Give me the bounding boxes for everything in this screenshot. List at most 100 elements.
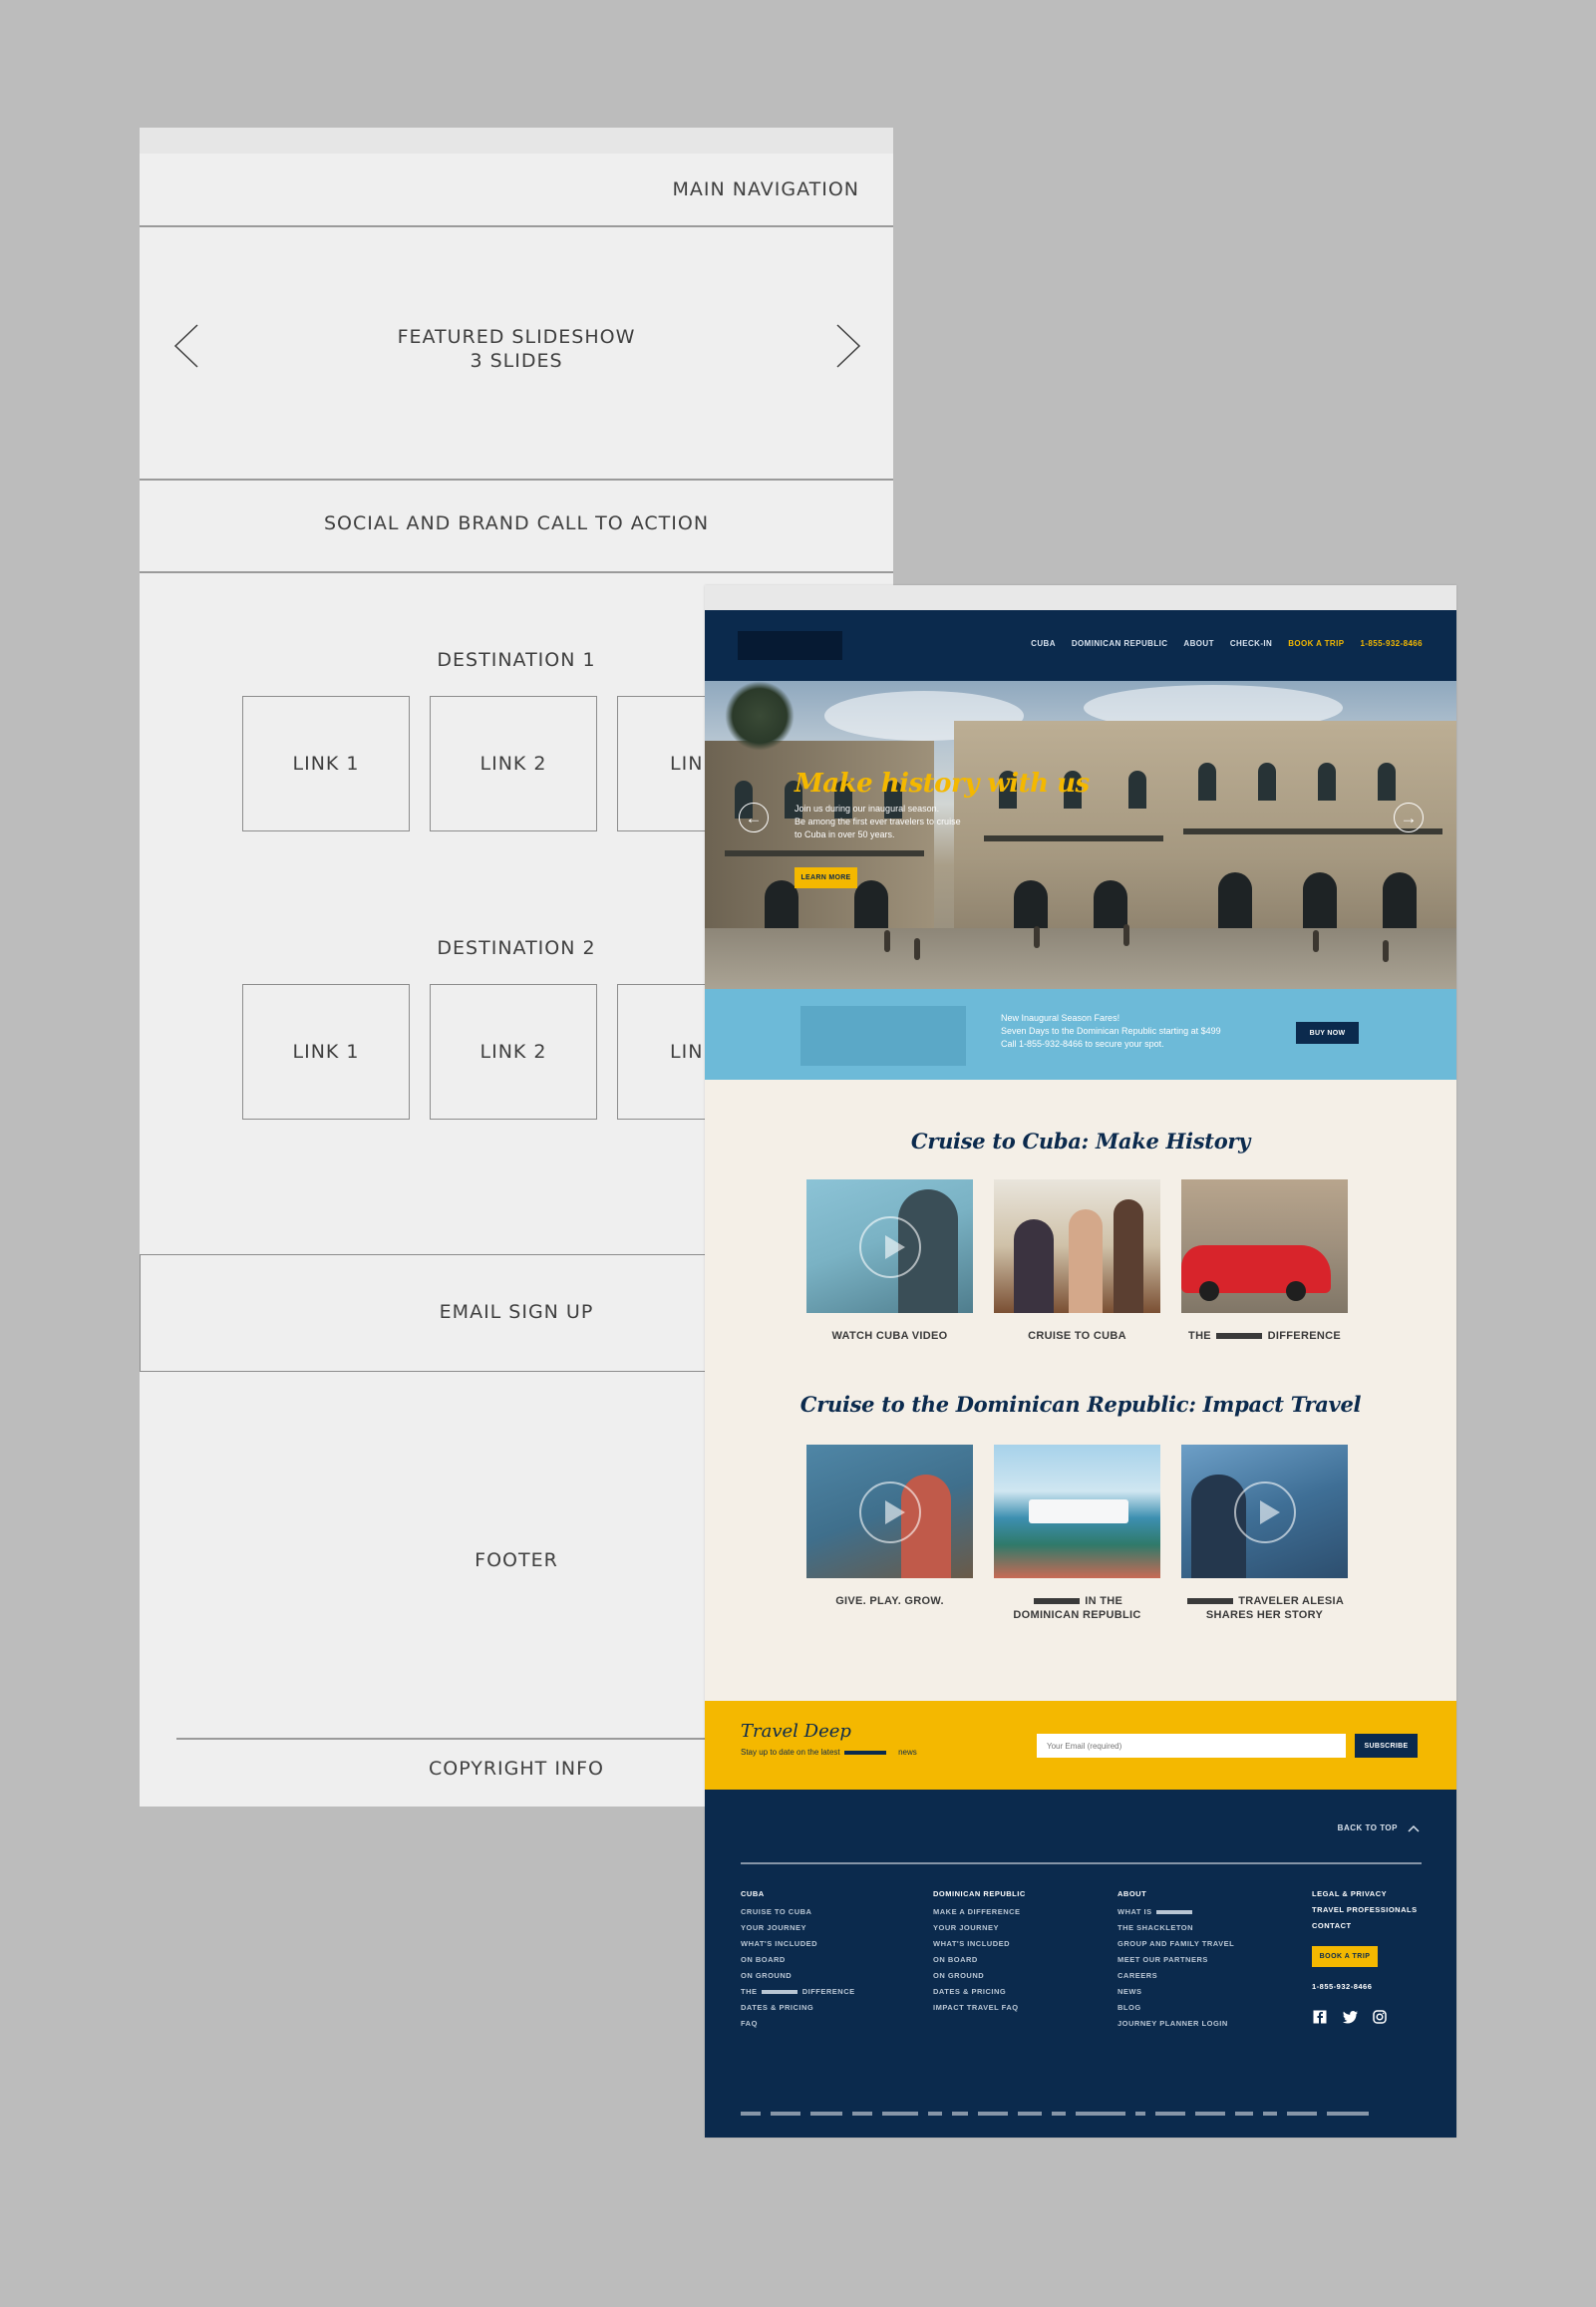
subscribe-button[interactable]: SUBSCRIBE <box>1355 1734 1418 1758</box>
newsletter-subtitle: Stay up to date on the latest news <box>741 1748 917 1757</box>
footer-link[interactable]: YOUR JOURNEY <box>933 1920 1026 1936</box>
footer-link[interactable]: TRAVEL PROFESSIONALS <box>1312 1902 1418 1918</box>
footer-link[interactable]: ON BOARD <box>933 1952 1026 1968</box>
footer-link[interactable]: JOURNEY PLANNER LOGIN <box>1117 2016 1234 2032</box>
site-header: CUBA DOMINICAN REPUBLIC ABOUT CHECK-IN B… <box>705 610 1456 681</box>
instagram-icon[interactable] <box>1372 2009 1388 2025</box>
footer-link[interactable]: WHAT IS <box>1117 1904 1234 1920</box>
card-caption: THE DIFFERENCE <box>1181 1329 1348 1343</box>
play-icon[interactable] <box>1234 1482 1296 1543</box>
back-to-top-link[interactable]: BACK TO TOP <box>1338 1823 1420 1832</box>
divider <box>140 225 893 227</box>
footer-link[interactable]: MEET OUR PARTNERS <box>1117 1952 1234 1968</box>
footer-link[interactable]: THE DIFFERENCE <box>741 1984 855 2000</box>
card-in-the-dominican-republic[interactable]: IN THE DOMINICAN REPUBLIC <box>994 1445 1160 1622</box>
footer-link[interactable]: DATES & PRICING <box>933 1984 1026 2000</box>
card-cruise-to-cuba[interactable]: CRUISE TO CUBA <box>994 1179 1160 1343</box>
hero-subtitle: Join us during our inaugural season. Be … <box>795 803 994 841</box>
site-footer: BACK TO TOP CUBA CRUISE TO CUBA YOUR JOU… <box>705 1790 1456 2138</box>
footer-link[interactable]: CRUISE TO CUBA <box>741 1904 855 1920</box>
card-caption: CRUISE TO CUBA <box>1028 1330 1126 1342</box>
promo-banner: New Inaugural Season Fares! Seven Days t… <box>705 989 1456 1080</box>
footer-col-dominican: DOMINICAN REPUBLIC MAKE A DIFFERENCE YOU… <box>933 1886 1026 2016</box>
nav-cuba[interactable]: CUBA <box>1031 639 1056 648</box>
hero-slideshow: Make history with us Join us during our … <box>705 681 1456 989</box>
email-input[interactable] <box>1037 1734 1346 1758</box>
promo-image <box>800 1006 966 1066</box>
arrow-right-icon[interactable]: → <box>1394 803 1424 832</box>
promo-line: New Inaugural Season Fares! <box>1001 1013 1120 1023</box>
buy-now-button[interactable]: BUY NOW <box>1296 1022 1359 1044</box>
main-nav: CUBA DOMINICAN REPUBLIC ABOUT CHECK-IN B… <box>1031 639 1423 648</box>
arrow-left-icon[interactable]: ← <box>739 803 769 832</box>
facebook-icon[interactable] <box>1312 2009 1328 2025</box>
footer-link[interactable]: WHAT'S INCLUDED <box>933 1936 1026 1952</box>
footer-link[interactable]: THE SHACKLETON <box>1117 1920 1234 1936</box>
nav-about[interactable]: ABOUT <box>1183 639 1213 648</box>
card-the-difference[interactable]: THE DIFFERENCE <box>1181 1179 1348 1343</box>
footer-heading: DOMINICAN REPUBLIC <box>933 1889 1026 1898</box>
footer-col-legal: LEGAL & PRIVACY TRAVEL PROFESSIONALS CON… <box>1312 1886 1418 2025</box>
promo-line: Seven Days to the Dominican Republic sta… <box>1001 1026 1221 1036</box>
section-title-cuba: Cruise to Cuba: Make History <box>910 1129 1251 1154</box>
nav-dominican-republic[interactable]: DOMINICAN REPUBLIC <box>1072 639 1168 648</box>
wireframe-main-navigation[interactable]: MAIN NAVIGATION <box>673 177 859 201</box>
promo-line: Call 1-855-932-8466 to secure your spot. <box>1001 1039 1164 1049</box>
footer-link[interactable]: MAKE A DIFFERENCE <box>933 1904 1026 1920</box>
footer-link[interactable]: NEWS <box>1117 1984 1234 2000</box>
footer-link[interactable]: GROUP AND FAMILY TRAVEL <box>1117 1936 1234 1952</box>
footer-heading: CUBA <box>741 1889 765 1898</box>
nav-phone[interactable]: 1-855-932-8466 <box>1360 639 1423 648</box>
footer-link[interactable]: ON GROUND <box>741 1968 855 1984</box>
hero-subtitle-line: Join us during our inaugural season. <box>795 804 940 814</box>
nav-book-a-trip[interactable]: BOOK A TRIP <box>1288 639 1344 648</box>
footer-link[interactable]: DATES & PRICING <box>741 2000 855 2016</box>
card-thumbnail <box>806 1445 973 1578</box>
card-caption: WATCH CUBA VIDEO <box>831 1330 948 1342</box>
destination-1-link-2[interactable]: LINK 2 <box>430 696 597 831</box>
destination-1-link-1[interactable]: LINK 1 <box>242 696 410 831</box>
card-caption: IN THE DOMINICAN REPUBLIC <box>994 1594 1160 1622</box>
footer-link[interactable]: YOUR JOURNEY <box>741 1920 855 1936</box>
twitter-icon[interactable] <box>1342 2009 1358 2025</box>
footer-link-part: WHAT IS <box>1117 1907 1152 1916</box>
footer-link[interactable]: ON GROUND <box>933 1968 1026 1984</box>
section-title-dominican: Cruise to the Dominican Republic: Impact… <box>799 1392 1362 1417</box>
destination-2-link-2[interactable]: LINK 2 <box>430 984 597 1120</box>
promo-text: New Inaugural Season Fares! Seven Days t… <box>1001 1012 1270 1051</box>
hero-subtitle-line: to Cuba in over 50 years. <box>795 829 895 839</box>
footer-link[interactable]: LEGAL & PRIVACY <box>1312 1886 1418 1902</box>
play-icon[interactable] <box>859 1216 921 1278</box>
footer-phone[interactable]: 1-855-932-8466 <box>1312 1979 1418 1995</box>
divider <box>140 571 893 573</box>
footer-link[interactable]: CAREERS <box>1117 1968 1234 1984</box>
card-traveler-alesia[interactable]: TRAVELER ALESIA SHARES HER STORY <box>1181 1445 1348 1622</box>
nav-check-in[interactable]: CHECK-IN <box>1230 639 1272 648</box>
footer-book-a-trip-button[interactable]: BOOK A TRIP <box>1312 1946 1378 1967</box>
footer-link[interactable]: FAQ <box>741 2016 855 2032</box>
hero-ground <box>705 928 1456 989</box>
redacted-brand <box>1033 1598 1080 1605</box>
card-give-play-grow[interactable]: GIVE. PLAY. GROW. <box>806 1445 973 1608</box>
learn-more-button[interactable]: LEARN MORE <box>795 867 857 888</box>
redacted-brand <box>762 1990 798 1995</box>
footer-link[interactable]: ON BOARD <box>741 1952 855 1968</box>
footer-link[interactable]: CONTACT <box>1312 1918 1418 1934</box>
card-watch-cuba-video[interactable]: WATCH CUBA VIDEO <box>806 1179 973 1343</box>
site-logo[interactable] <box>738 631 842 660</box>
footer-link[interactable]: BLOG <box>1117 2000 1234 2016</box>
footer-legal-text <box>741 2112 1369 2116</box>
slideshow-count: 3 SLIDES <box>470 350 563 372</box>
footer-link[interactable]: IMPACT TRAVEL FAQ <box>933 2000 1026 2016</box>
card-thumbnail <box>806 1179 973 1313</box>
footer-link[interactable]: WHAT'S INCLUDED <box>741 1936 855 1952</box>
destination-2-link-1[interactable]: LINK 1 <box>242 984 410 1120</box>
caption-part: THE <box>1188 1330 1211 1342</box>
redacted-brand <box>1186 1598 1233 1605</box>
card-caption: TRAVELER ALESIA SHARES HER STORY <box>1181 1594 1348 1622</box>
footer-heading: ABOUT <box>1117 1889 1147 1898</box>
chevron-right-icon[interactable] <box>835 323 861 369</box>
newsletter-subtitle-text: news <box>898 1748 917 1757</box>
play-icon[interactable] <box>859 1482 921 1543</box>
footer-col-about: ABOUT WHAT IS THE SHACKLETON GROUP AND F… <box>1117 1886 1234 2032</box>
